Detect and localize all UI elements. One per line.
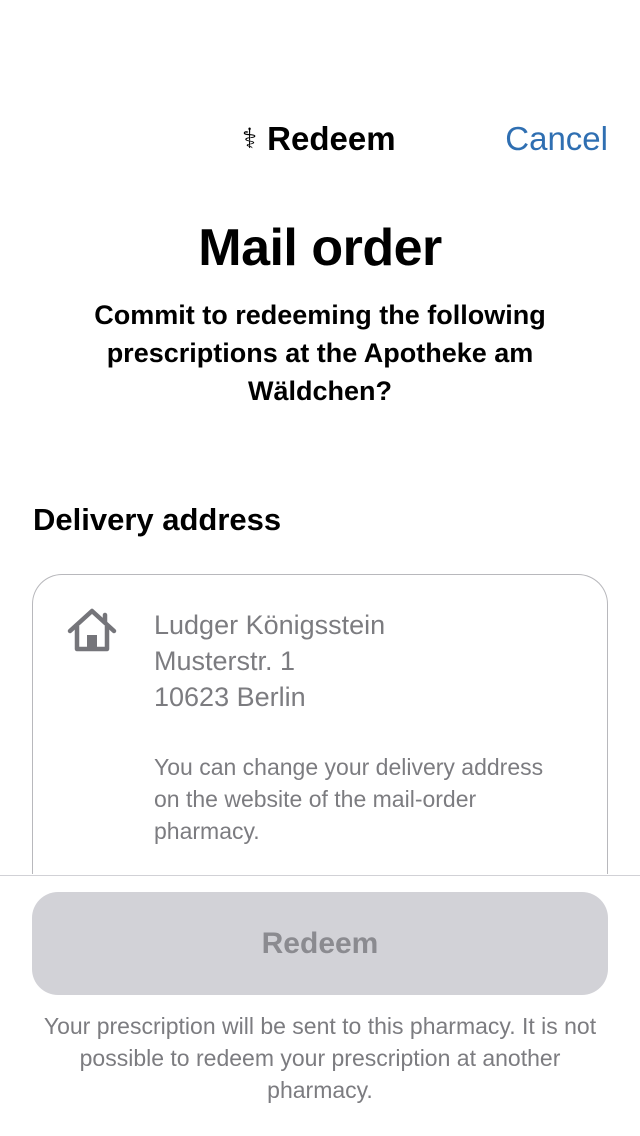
delivery-address-card: Ludger Königsstein Musterstr. 1 10623 Be… bbox=[32, 574, 608, 874]
caduceus-icon: ⚕ bbox=[242, 123, 258, 154]
footer-note: Your prescription will be sent to this p… bbox=[43, 1013, 597, 1103]
home-icon bbox=[67, 608, 117, 652]
address-name: Ludger Königsstein bbox=[154, 610, 386, 640]
nav-title-label: Redeem bbox=[267, 120, 396, 157]
cancel-button[interactable]: Cancel bbox=[505, 120, 608, 158]
divider bbox=[0, 875, 640, 876]
address-street: Musterstr. 1 bbox=[154, 646, 296, 676]
page-title: Mail order bbox=[198, 219, 442, 277]
address-lines: Ludger Königsstein Musterstr. 1 10623 Be… bbox=[154, 607, 385, 715]
redeem-button[interactable]: Redeem bbox=[32, 892, 608, 995]
address-city: 10623 Berlin bbox=[154, 682, 306, 712]
redeem-mail-order-screen: ⚕ Redeem Cancel Mail order Commit to red… bbox=[0, 0, 640, 1136]
delivery-address-heading: Delivery address bbox=[33, 502, 282, 537]
address-change-note: You can change your delivery address on … bbox=[154, 754, 544, 844]
page-subtitle: Commit to redeeming the following prescr… bbox=[94, 300, 546, 406]
nav-title: ⚕ Redeem bbox=[242, 120, 396, 158]
navigation-bar: ⚕ Redeem Cancel bbox=[0, 112, 640, 168]
